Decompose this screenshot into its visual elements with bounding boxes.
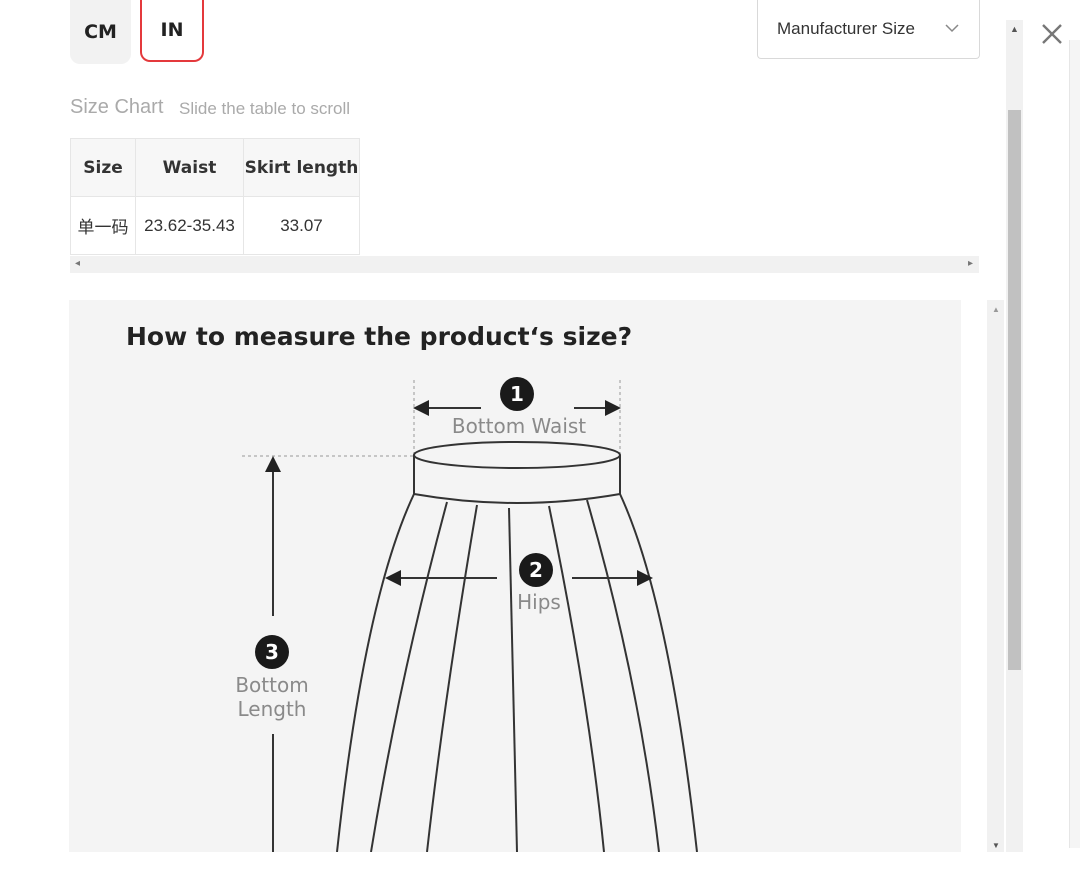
arrow-right-icon[interactable]: ▸ (968, 258, 973, 269)
table-cell: 单一码 (70, 196, 136, 255)
arrow-down-icon[interactable]: ▼ (992, 841, 1000, 850)
guide-scrollbar[interactable]: ▲ ▼ (987, 300, 1004, 852)
close-icon[interactable] (1038, 20, 1066, 48)
size-type-value: Manufacturer Size (777, 19, 915, 38)
step-1-number: 1 (510, 382, 524, 406)
unit-cm-button[interactable]: CM (70, 0, 131, 64)
measurement-guide-image: How to measure the product‘s size? 1 2 3… (69, 300, 961, 852)
table-row: 单一码 23.62-35.43 33.07 (70, 196, 360, 255)
column-header: Size (70, 138, 136, 197)
step-3-number: 3 (265, 640, 279, 664)
page-scrollbar[interactable] (1069, 40, 1080, 848)
table-cell: 23.62-35.43 (135, 196, 244, 255)
column-header: Waist (135, 138, 244, 197)
arrow-up-icon[interactable]: ▲ (1010, 24, 1019, 34)
modal-scrollbar-thumb[interactable] (1008, 110, 1021, 670)
size-table: Size Waist Skirt length 单一码 23.62-35.43 … (70, 138, 360, 255)
arrow-up-icon[interactable]: ▲ (992, 305, 1000, 314)
bottom-length-label-2: Length (237, 697, 307, 721)
skirt-diagram: 1 2 3 (242, 377, 698, 852)
chevron-down-icon (945, 20, 959, 36)
arrow-left-icon[interactable]: ◂ (75, 258, 80, 269)
column-header: Skirt length (243, 138, 360, 197)
table-cell: 33.07 (243, 196, 360, 255)
hips-label: Hips (517, 590, 561, 614)
step-2-number: 2 (529, 558, 543, 582)
bottom-length-label-1: Bottom (235, 673, 309, 697)
modal-scrollbar[interactable]: ▲ (1006, 20, 1023, 852)
size-chart-hint: Slide the table to scroll (179, 99, 351, 118)
size-type-select[interactable]: Manufacturer Size (757, 0, 980, 59)
table-header-row: Size Waist Skirt length (70, 138, 360, 197)
size-chart-title: Size Chart (70, 96, 164, 118)
bottom-waist-label: Bottom Waist (451, 414, 587, 438)
table-horizontal-scrollbar[interactable]: ◂ ▸ (70, 256, 979, 273)
unit-in-button[interactable]: IN (140, 0, 204, 62)
